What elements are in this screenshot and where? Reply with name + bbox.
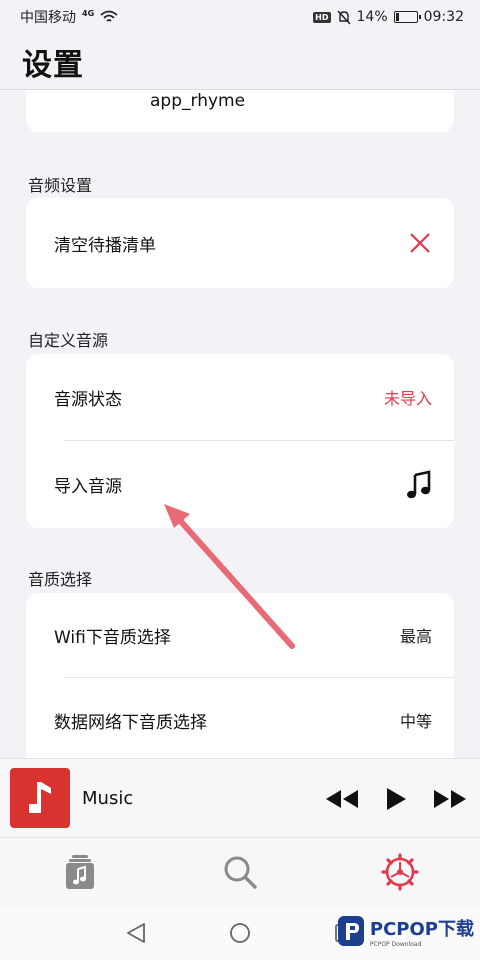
tab-settings[interactable] (360, 842, 440, 902)
battery-percent: 14% (356, 9, 388, 25)
section-label-custom-source: 自定义音源 (28, 331, 109, 350)
close-icon[interactable] (408, 231, 432, 255)
player-controls (324, 783, 468, 815)
section-label-quality: 音质选择 (28, 570, 93, 589)
fast-forward-button[interactable] (432, 783, 468, 815)
mute-bell-icon (337, 10, 351, 24)
nav-back-button[interactable] (119, 916, 153, 950)
source-status-label: 音源状态 (54, 389, 122, 410)
clock: 09:32 (423, 9, 464, 25)
import-source-row[interactable]: 导入音源 (26, 441, 454, 528)
rewind-icon (326, 790, 358, 808)
watermark: PCPOP下载 PCPOP Download (336, 914, 474, 948)
hd-badge: HD (313, 11, 331, 23)
watermark-subtext: PCPOP Download (369, 940, 422, 948)
wifi-quality-label: Wifi下音质选择 (54, 627, 171, 648)
rewind-button[interactable] (324, 783, 360, 815)
track-title: Music (82, 787, 134, 809)
search-icon (224, 856, 257, 889)
import-source-label: 导入音源 (54, 477, 122, 497)
wifi-icon (100, 10, 118, 22)
audio-card: 清空待播清单 (26, 198, 454, 288)
page-title: 设置 (22, 47, 84, 83)
nav-home-button[interactable] (223, 916, 257, 950)
album-art[interactable] (10, 768, 70, 828)
section-label-audio: 音频设置 (28, 176, 93, 195)
watermark-text-block: PCPOP下载 PCPOP Download (370, 915, 474, 948)
quality-card: Wifi下音质选择 最高 数据网络下音质选择 中等 (26, 593, 454, 758)
watermark-text: PCPOP下载 (369, 918, 474, 940)
music-library-icon (66, 855, 94, 889)
tab-library[interactable] (40, 842, 120, 902)
page-header: 设置 (0, 34, 480, 90)
music-note-icon[interactable] (406, 469, 432, 500)
pcpop-logo-icon (337, 916, 364, 946)
battery-level (395, 13, 399, 21)
mobile-quality-value: 中等 (399, 712, 432, 731)
tab-bar (0, 838, 480, 906)
mini-player[interactable]: Music (0, 758, 480, 838)
status-left: 中国移动 4G (20, 7, 118, 27)
back-triangle-icon (127, 923, 145, 943)
partial-row-value: app_rhyme (150, 91, 246, 111)
network-type: 4G (82, 8, 95, 18)
source-status-row[interactable]: 音源状态 未导入 (26, 354, 454, 440)
partial-card: app_rhyme (26, 90, 454, 132)
status-right: HD 14% 09:32 (313, 9, 464, 25)
settings-scroll[interactable]: app_rhyme 音频设置 清空待播清单 自定义音源 音源状态 未导入 导入音… (0, 90, 480, 758)
status-bar: 中国移动 4G HD 14% 09:32 (0, 0, 480, 34)
home-circle-icon (230, 923, 250, 943)
play-icon (387, 788, 406, 810)
carrier-name: 中国移动 (20, 10, 76, 26)
wifi-quality-value: 最高 (399, 627, 432, 646)
source-status-value: 未导入 (383, 389, 432, 408)
partial-row: app_rhyme (26, 90, 454, 132)
battery-icon (393, 11, 421, 23)
fast-forward-icon (434, 790, 466, 808)
wifi-quality-row[interactable]: Wifi下音质选择 最高 (26, 593, 454, 677)
settings-icon (381, 853, 419, 891)
mobile-quality-row[interactable]: 数据网络下音质选择 中等 (26, 678, 454, 758)
clear-queue-row[interactable]: 清空待播清单 (26, 198, 454, 288)
mobile-quality-label: 数据网络下音质选择 (54, 712, 207, 733)
clear-queue-label: 清空待播清单 (54, 235, 156, 256)
play-button[interactable] (378, 783, 414, 815)
album-music-note-icon (29, 782, 51, 813)
tab-search[interactable] (200, 842, 280, 902)
custom-source-card: 音源状态 未导入 导入音源 (26, 354, 454, 528)
